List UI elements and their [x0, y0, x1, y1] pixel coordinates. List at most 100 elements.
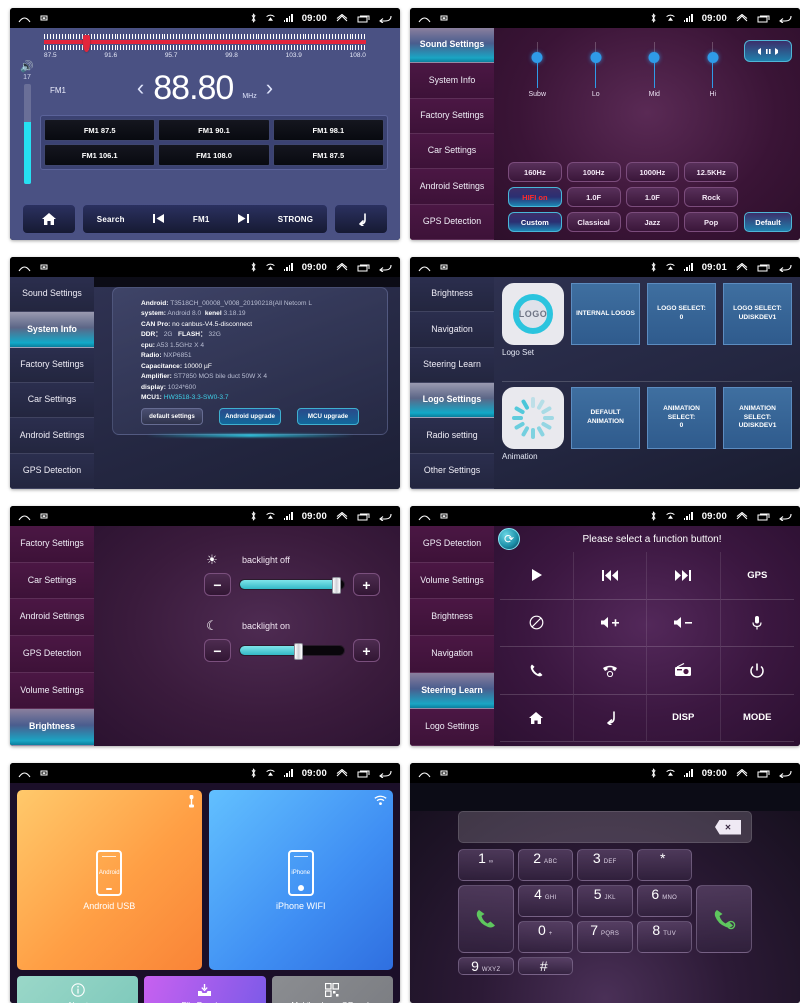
freq-button-mid[interactable]: 1000Hz: [626, 162, 680, 182]
eq-band-subw[interactable]: Subw: [514, 42, 560, 98]
sidebar-item-gps-detection[interactable]: GPS Detection: [10, 454, 94, 489]
preset-button[interactable]: FM1 87.5: [273, 144, 384, 166]
backlight-off-slider[interactable]: [239, 579, 345, 590]
strong-button[interactable]: STRONG: [278, 215, 313, 224]
sidebar-item-logo-settings[interactable]: Logo Settings: [410, 383, 494, 418]
key-8[interactable]: 8TUV: [637, 921, 693, 953]
sidebar-item-volume-settings[interactable]: Volume Settings: [10, 673, 94, 710]
sidebar-item-factory-settings[interactable]: Factory Settings: [10, 348, 94, 383]
disp-button[interactable]: DISP: [647, 695, 721, 743]
slider-handle[interactable]: [332, 577, 341, 594]
eq-preset-rock[interactable]: Rock: [684, 187, 738, 207]
recents-square-icon[interactable]: [440, 769, 448, 777]
sidebar-item-factory-settings[interactable]: Factory Settings: [410, 99, 494, 134]
home-icon[interactable]: [418, 263, 431, 272]
sidebar-item-gps-detection[interactable]: GPS Detection: [410, 526, 494, 563]
about-button[interactable]: About: [17, 976, 138, 1003]
sidebar-item-navigation[interactable]: Navigation: [410, 312, 494, 347]
phone-number-input[interactable]: ✕: [458, 811, 752, 843]
power-icon[interactable]: [721, 647, 795, 695]
back-icon[interactable]: [379, 769, 392, 778]
radio-icon[interactable]: [647, 647, 721, 695]
sidebar-item-radio-setting[interactable]: Radio setting: [410, 418, 494, 453]
home-icon[interactable]: [18, 512, 31, 521]
sidebar-item-logo-settings[interactable]: Logo Settings: [410, 709, 494, 746]
sidebar-item-android-settings[interactable]: Android Settings: [10, 599, 94, 636]
eq-band-mid[interactable]: Mid: [631, 42, 677, 98]
backlight-on-plus-button[interactable]: +: [353, 639, 380, 662]
iphone-wifi-card[interactable]: iPhone iPhone WIFI: [209, 790, 394, 970]
play-icon[interactable]: [500, 552, 574, 600]
android-usb-card[interactable]: Android Android USB: [17, 790, 202, 970]
next-track-icon[interactable]: [647, 552, 721, 600]
sidebar-item-other-settings[interactable]: Other Settings: [410, 454, 494, 489]
animation-preview-thumb[interactable]: [502, 387, 564, 449]
home-icon[interactable]: [18, 263, 31, 272]
eq-knob[interactable]: [590, 52, 601, 63]
sidebar-item-android-settings[interactable]: Android Settings: [410, 169, 494, 204]
sidebar-item-sound-settings[interactable]: Sound Settings: [410, 28, 494, 63]
preset-button[interactable]: FM1 108.0: [158, 144, 269, 166]
home-icon[interactable]: [418, 512, 431, 521]
back-icon[interactable]: [379, 263, 392, 272]
previous-track-icon[interactable]: [574, 552, 648, 600]
eq-knob[interactable]: [707, 52, 718, 63]
sidebar-item-brightness[interactable]: Brightness: [410, 277, 494, 312]
back-icon[interactable]: [779, 512, 792, 521]
animation-select-index-tile[interactable]: ANIMATION SELECT: 0: [647, 387, 716, 449]
key-9[interactable]: 9WXYZ: [458, 957, 514, 975]
hangup-button[interactable]: [696, 885, 752, 953]
preset-button[interactable]: FM1 90.1: [158, 119, 269, 141]
preset-button[interactable]: FM1 106.1: [44, 144, 155, 166]
home-icon[interactable]: [418, 14, 431, 23]
frequency-up-icon[interactable]: ›: [266, 77, 273, 99]
recents-square-icon[interactable]: [440, 512, 448, 520]
home-button[interactable]: [22, 204, 76, 234]
freq-button-hi[interactable]: 12.5KHz: [684, 162, 738, 182]
logo-preview-thumb[interactable]: LOGO: [502, 283, 564, 345]
eq-band-lo[interactable]: Lo: [573, 42, 619, 98]
slider-handle[interactable]: [294, 643, 303, 660]
back-icon[interactable]: [574, 695, 648, 743]
volume-indicator[interactable]: 🔊 17: [16, 62, 38, 184]
key-6[interactable]: 6MNO: [637, 885, 693, 917]
volume-slider[interactable]: [24, 84, 31, 184]
back-icon[interactable]: [779, 263, 792, 272]
logo-select-udisk-tile[interactable]: LOGO SELECT: UDISKDEV1: [723, 283, 792, 345]
logo-select-index-tile[interactable]: LOGO SELECT: 0: [647, 283, 716, 345]
call-end-icon[interactable]: [574, 647, 648, 695]
prev-station-icon[interactable]: [152, 213, 165, 226]
call-answer-icon[interactable]: [500, 647, 574, 695]
recents-icon[interactable]: [357, 769, 370, 778]
back-icon[interactable]: [379, 14, 392, 23]
frequency-needle[interactable]: [83, 35, 90, 52]
search-button[interactable]: Search: [97, 215, 125, 224]
backlight-on-slider[interactable]: [239, 645, 345, 656]
freq-button-subw[interactable]: 160Hz: [508, 162, 562, 182]
band-button[interactable]: FM1: [193, 215, 210, 224]
backlight-off-plus-button[interactable]: +: [353, 573, 380, 596]
recents-icon[interactable]: [357, 263, 370, 272]
recents-icon[interactable]: [757, 769, 770, 778]
sidebar-item-factory-settings[interactable]: Factory Settings: [10, 526, 94, 563]
key-hash[interactable]: #: [518, 957, 574, 975]
recents-square-icon[interactable]: [40, 769, 48, 777]
recents-icon[interactable]: [357, 14, 370, 23]
chevron-up-icon[interactable]: [736, 512, 748, 521]
key-1[interactable]: 1∞: [458, 849, 514, 881]
preset-button[interactable]: FM1 98.1: [273, 119, 384, 141]
recents-icon[interactable]: [757, 512, 770, 521]
sidebar-item-android-settings[interactable]: Android Settings: [10, 418, 94, 453]
mute-icon[interactable]: [500, 600, 574, 648]
recents-icon[interactable]: [757, 263, 770, 272]
sidebar-item-gps-detection[interactable]: GPS Detection: [410, 205, 494, 240]
chevron-up-icon[interactable]: [736, 769, 748, 778]
balance-fader-button[interactable]: [744, 40, 792, 62]
recents-square-icon[interactable]: [40, 263, 48, 271]
recents-square-icon[interactable]: [40, 512, 48, 520]
sidebar-item-system-info[interactable]: System Info: [410, 63, 494, 98]
sidebar-item-steering-learn[interactable]: Steering Learn: [410, 348, 494, 383]
volume-up-icon[interactable]: [574, 600, 648, 648]
qr-code-button[interactable]: Mobile phone QR code: [272, 976, 393, 1003]
file-receiver-button[interactable]: File Receiver: [144, 976, 265, 1003]
